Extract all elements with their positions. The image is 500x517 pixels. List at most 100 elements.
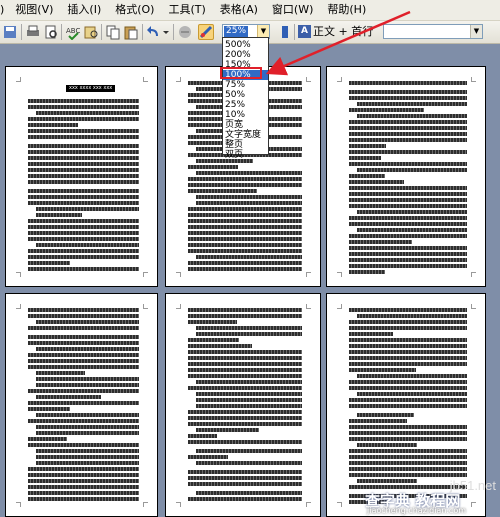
menu-view[interactable]: 视图(V) (8, 0, 60, 20)
text-line (357, 374, 467, 378)
text-line (357, 443, 417, 447)
hyperlink-icon[interactable] (177, 24, 193, 40)
zoom-option-10[interactable]: 10% (223, 110, 268, 120)
menu-insert[interactable]: 插入(I) (60, 0, 108, 20)
text-line (28, 314, 139, 318)
research-icon[interactable] (83, 24, 99, 40)
text-line (28, 479, 139, 483)
text-line (188, 243, 302, 247)
copy-icon[interactable] (105, 24, 121, 40)
print-preview-icon[interactable] (43, 24, 59, 40)
print-icon[interactable] (25, 24, 41, 40)
zoom-option-text-width[interactable]: 文字宽度 (223, 130, 268, 140)
text-line (349, 246, 467, 250)
text-line (28, 353, 139, 357)
page-5[interactable] (165, 293, 321, 517)
text-line (28, 473, 139, 477)
text-line (188, 422, 302, 426)
text-line (28, 189, 139, 193)
text-line (28, 401, 139, 405)
styles-pane-icon[interactable]: A (298, 25, 311, 38)
text-line (36, 425, 139, 429)
text-line (28, 201, 139, 205)
page-3[interactable] (326, 66, 486, 287)
menu-help[interactable]: 帮助(H) (320, 0, 373, 20)
text-line (349, 180, 404, 184)
text-line (349, 362, 467, 366)
text-line (349, 234, 467, 238)
page-corner-mark (306, 77, 311, 82)
text-line (196, 255, 302, 259)
style-combobox-label[interactable]: 正文 + 首行 (313, 25, 373, 39)
text-line (36, 371, 86, 375)
page-corner-mark (176, 304, 181, 309)
text-line (349, 425, 467, 429)
text-line (196, 380, 302, 384)
text-line (349, 332, 394, 336)
chevron-down-icon[interactable]: ▼ (470, 25, 482, 38)
undo-dropdown-icon[interactable] (162, 24, 170, 40)
toolbar-separator (142, 24, 143, 40)
text-line (188, 207, 302, 211)
text-line (349, 326, 467, 330)
font-combobox[interactable]: ▼ (383, 24, 483, 39)
help-icon[interactable] (280, 24, 290, 40)
text-line (196, 326, 302, 330)
text-line (349, 96, 467, 100)
menu-table[interactable]: 表格(A) (213, 0, 265, 20)
text-line (188, 231, 302, 235)
zoom-option-50[interactable]: 50% (223, 90, 268, 100)
text-line (36, 395, 102, 399)
page-corner-mark (471, 77, 476, 82)
text-line (36, 377, 139, 381)
text-line (188, 267, 302, 271)
page-corner-mark (16, 272, 21, 277)
zoom-option-25[interactable]: 25% (223, 100, 268, 110)
menu-format[interactable]: 格式(O) (108, 0, 161, 20)
zoom-option-500[interactable]: 500% (223, 40, 268, 50)
page-corner-mark (143, 77, 148, 82)
page-4[interactable] (5, 293, 158, 517)
text-line (188, 320, 238, 324)
text-line (349, 150, 467, 154)
menu-tools[interactable]: 工具(T) (161, 0, 212, 20)
text-line (349, 344, 467, 348)
highlight-annotation (220, 67, 262, 79)
text-line (349, 198, 467, 202)
page-corner-mark (176, 502, 181, 507)
text-line (349, 419, 407, 423)
page-corner-mark (306, 272, 311, 277)
text-line (196, 398, 302, 402)
zoom-option-two-pages[interactable]: 双页 (223, 150, 268, 160)
text-line (188, 470, 302, 474)
text-line (28, 219, 139, 223)
text-line (357, 114, 467, 118)
text-line (28, 249, 139, 253)
drawing-icon[interactable] (198, 24, 214, 40)
text-line (188, 213, 302, 217)
text-line (188, 497, 302, 501)
zoom-option-75[interactable]: 75% (223, 80, 268, 90)
zoom-option-200[interactable]: 200% (223, 50, 268, 60)
text-line (188, 386, 302, 390)
text-line (349, 356, 467, 360)
text-line (349, 258, 467, 262)
paste-icon[interactable] (123, 24, 139, 40)
text-line (349, 264, 467, 268)
text-line (188, 338, 240, 342)
text-line (349, 473, 467, 477)
page-1[interactable]: xxx xxxx xxx xxx (5, 66, 158, 287)
spelling-icon[interactable]: ABC (65, 24, 81, 41)
zoom-option-whole-page[interactable]: 整页 (223, 140, 268, 150)
text-line (28, 341, 139, 345)
text-line (349, 404, 467, 408)
text-line (28, 237, 139, 241)
undo-icon[interactable] (146, 24, 162, 40)
save-icon[interactable] (2, 24, 18, 40)
text-line (349, 204, 467, 208)
text-line (188, 416, 302, 420)
zoom-option-page-width[interactable]: 页宽 (223, 120, 268, 130)
text-line (196, 461, 302, 465)
text-line (349, 240, 412, 244)
menu-window[interactable]: 窗口(W) (265, 0, 320, 20)
